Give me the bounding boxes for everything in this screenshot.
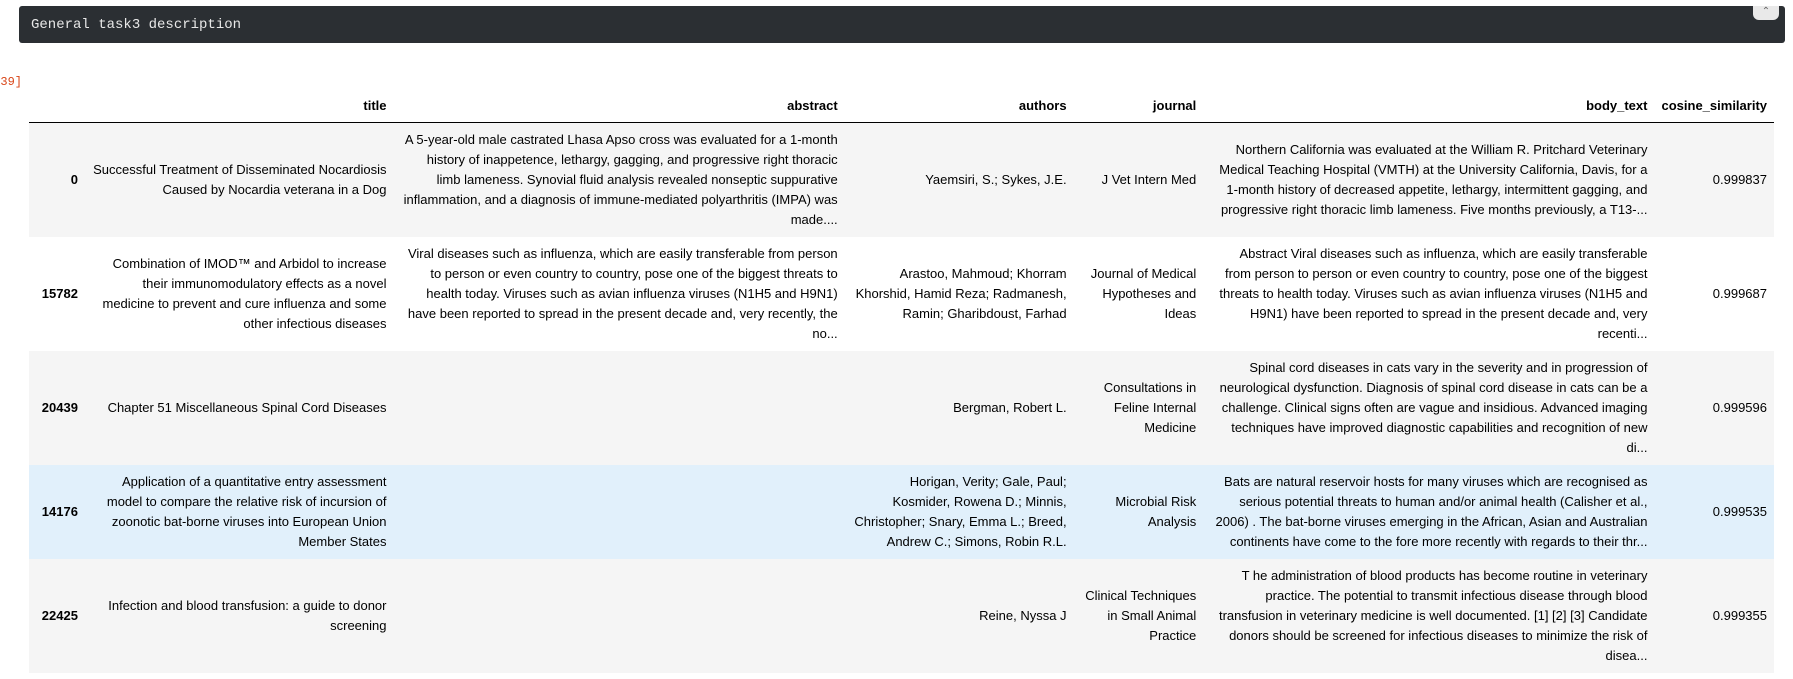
cell-body-text: Northern California was evaluated at the… bbox=[1219, 142, 1648, 217]
table-body: 0 Successful Treatment of Disseminated N… bbox=[29, 122, 1774, 673]
cell-authors: Reine, Nyssa J bbox=[979, 608, 1067, 623]
cell-authors: Arastoo, Mahmoud; Khorram Khorshid, Hami… bbox=[855, 266, 1067, 321]
cell-journal: Clinical Techniques in Small Animal Prac… bbox=[1085, 588, 1197, 643]
cell-title: Infection and blood transfusion: a guide… bbox=[108, 598, 387, 633]
header-cosine-similarity: cosine_similarity bbox=[1654, 88, 1774, 123]
collapse-chevron-icon[interactable]: ⌃ bbox=[1753, 6, 1779, 20]
cell-body-text: Bats are natural reservoir hosts for man… bbox=[1215, 474, 1648, 549]
cell-title: Application of a quantitative entry asse… bbox=[106, 474, 387, 549]
code-cell[interactable]: General task3 description ⌃ bbox=[19, 6, 1785, 43]
cell-cosine-similarity: 0.999355 bbox=[1712, 608, 1767, 623]
cell-authors: Bergman, Robert L. bbox=[953, 400, 1067, 415]
table-row: 20439 Chapter 51 Miscellaneous Spinal Co… bbox=[29, 351, 1774, 465]
cell-abstract bbox=[394, 465, 845, 559]
header-title: title bbox=[84, 88, 394, 123]
cell-cosine-similarity: 0.999687 bbox=[1712, 286, 1767, 301]
cell-body-text: Spinal cord diseases in cats vary in the… bbox=[1219, 360, 1648, 455]
row-index: 22425 bbox=[41, 608, 78, 623]
cell-abstract bbox=[394, 559, 845, 673]
header-index bbox=[29, 88, 85, 123]
cell-journal: J Vet Intern Med bbox=[1101, 172, 1197, 187]
cell-cosine-similarity: 0.999837 bbox=[1712, 172, 1767, 187]
cell-title: Successful Treatment of Disseminated Noc… bbox=[93, 162, 387, 197]
cell-cosine-similarity: 0.999596 bbox=[1712, 400, 1767, 415]
header-row: title abstract authors journal body_text… bbox=[29, 88, 1774, 123]
table-row: 15782 Combination of IMOD™ and Arbidol t… bbox=[29, 237, 1774, 351]
cell-journal: Journal of Medical Hypotheses and Ideas bbox=[1090, 266, 1197, 321]
cell-body-text: T he administration of blood products ha… bbox=[1218, 568, 1648, 663]
cell-title: Chapter 51 Miscellaneous Spinal Cord Dis… bbox=[107, 400, 387, 415]
cell-authors: Horigan, Verity; Gale, Paul; Kosmider, R… bbox=[854, 474, 1067, 549]
cell-body-text: Abstract Viral diseases such as influenz… bbox=[1219, 246, 1648, 341]
row-index: 0 bbox=[70, 172, 78, 187]
header-body-text: body_text bbox=[1203, 88, 1655, 123]
table-row: 0 Successful Treatment of Disseminated N… bbox=[29, 122, 1774, 237]
cell-journal: Microbial Risk Analysis bbox=[1115, 494, 1197, 529]
table-row: 14176 Application of a quantitative entr… bbox=[29, 465, 1774, 559]
row-index: 15782 bbox=[41, 286, 78, 301]
row-index: 20439 bbox=[41, 400, 78, 415]
dataframe-table: title abstract authors journal body_text… bbox=[29, 88, 1774, 673]
header-journal: journal bbox=[1073, 88, 1204, 123]
output-prompt: [39]: bbox=[0, 75, 22, 89]
row-index: 14176 bbox=[41, 504, 78, 519]
table-row: 22425 Infection and blood transfusion: a… bbox=[29, 559, 1774, 673]
cell-abstract: Viral diseases such as influenza, which … bbox=[407, 246, 838, 341]
cell-title: Combination of IMOD™ and Arbidol to incr… bbox=[102, 256, 387, 331]
header-abstract: abstract bbox=[393, 88, 845, 123]
cell-cosine-similarity: 0.999535 bbox=[1712, 504, 1767, 519]
table-header: title abstract authors journal body_text… bbox=[29, 88, 1774, 123]
cell-abstract: A 5-year-old male castrated Lhasa Apso c… bbox=[403, 132, 838, 227]
cell-abstract bbox=[394, 351, 845, 465]
cell-authors: Yaemsiri, S.; Sykes, J.E. bbox=[925, 172, 1067, 187]
header-authors: authors bbox=[844, 88, 1074, 123]
cell-journal: Consultations in Feline Internal Medicin… bbox=[1103, 380, 1197, 435]
code-cell-text[interactable]: General task3 description bbox=[31, 17, 241, 33]
